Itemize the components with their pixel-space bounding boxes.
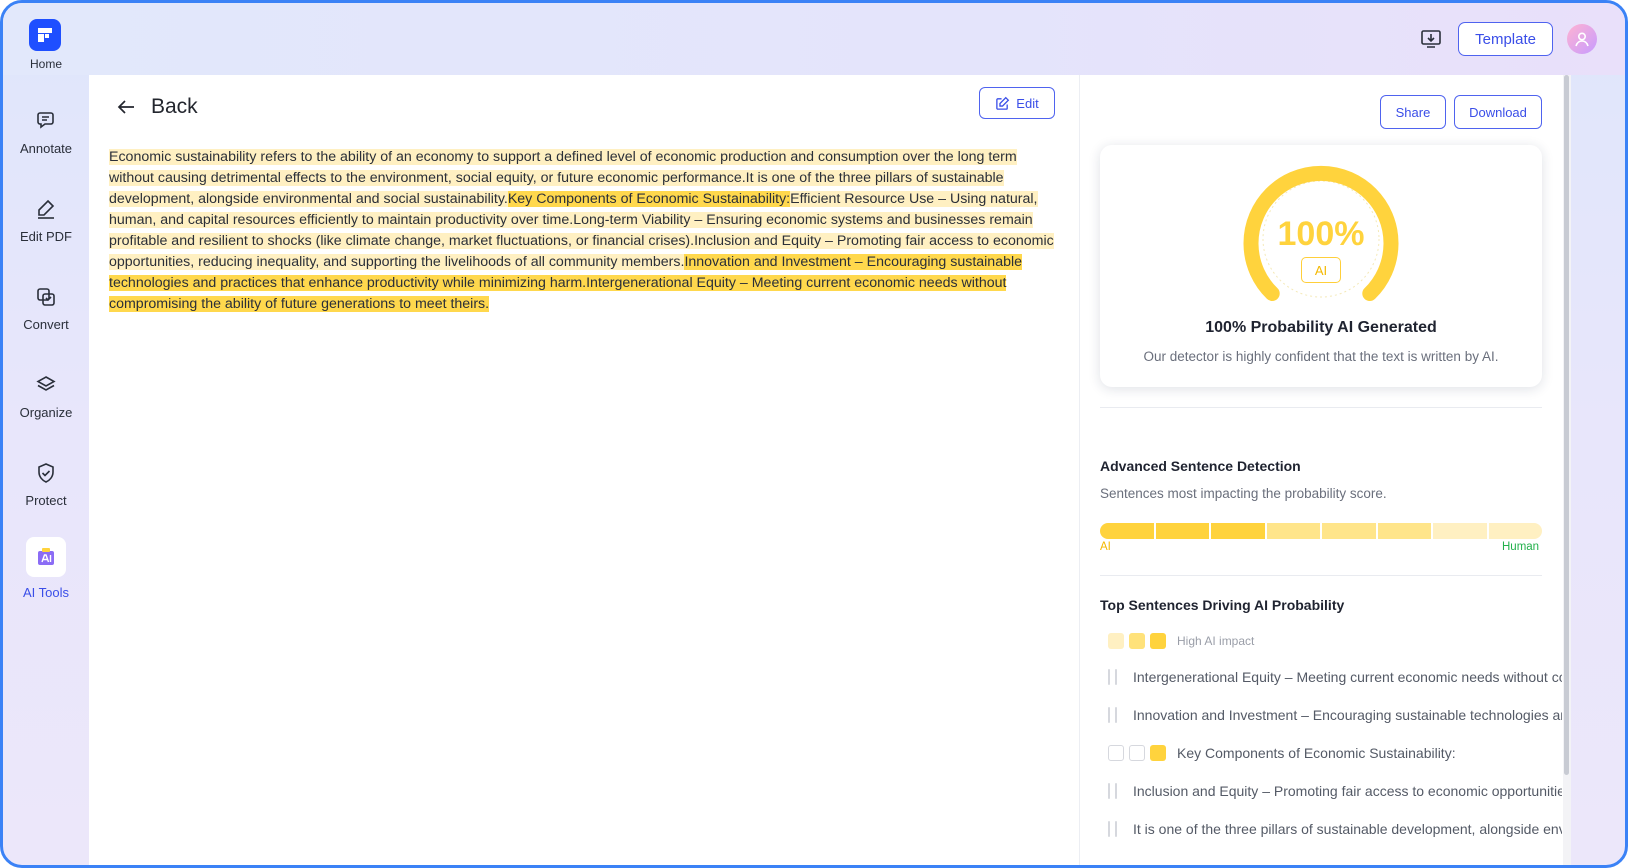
score-description: Our detector is highly confident that th…: [1143, 349, 1499, 364]
sentence-text: Inclusion and Equity – Promoting fair ac…: [1133, 783, 1562, 799]
sidebar-item-ai-tools[interactable]: AI Tools: [3, 537, 89, 600]
list-item[interactable]: Key Components of Economic Sustainabilit…: [1108, 742, 1562, 764]
impact-cell: [1150, 745, 1166, 761]
ai-detection-panel: Share Download 100% AI 100% Probability …: [1079, 75, 1563, 865]
high-impact-swatch: [1150, 633, 1166, 649]
score-title: 100% Probability AI Generated: [1205, 319, 1437, 336]
app-window: Template Home Annotate Edit PDF Convert …: [0, 0, 1628, 868]
impact-cell: [1108, 783, 1110, 799]
sidebar-item-organize[interactable]: Organize: [3, 373, 89, 420]
sidebar-item-edit-pdf[interactable]: Edit PDF: [3, 197, 89, 244]
home-logo-icon[interactable]: [29, 19, 61, 51]
template-button[interactable]: Template: [1458, 22, 1553, 56]
scale-segment: [1266, 523, 1320, 539]
divider: [1100, 575, 1542, 576]
impact-cell: [1115, 669, 1117, 685]
ai-badge: AI: [1301, 257, 1341, 283]
arrow-left-icon: [117, 100, 134, 114]
sidebar-item-protect[interactable]: Protect: [3, 461, 89, 508]
sidebar-item-label: Organize: [19, 405, 73, 420]
impact-cell: [1115, 783, 1117, 799]
score-card: 100% AI 100% Probability AI Generated Ou…: [1100, 145, 1542, 387]
document-text[interactable]: Economic sustainability refers to the ab…: [109, 147, 1059, 315]
impact-cell: [1108, 745, 1124, 761]
ai-human-scale: [1100, 523, 1542, 539]
download-button[interactable]: Download: [1454, 95, 1542, 129]
sentence[interactable]: Key Components of Economic Sustainabilit…: [507, 191, 791, 207]
back-button[interactable]: Back: [115, 95, 198, 119]
scale-segment: [1211, 523, 1265, 539]
scale-segment: [1322, 523, 1376, 539]
edit-pdf-icon: [38, 199, 55, 219]
panel-scrollbar[interactable]: [1563, 75, 1571, 865]
annotate-icon: [37, 112, 54, 129]
edit-button[interactable]: Edit: [979, 87, 1055, 119]
convert-icon: [37, 288, 55, 306]
medium-impact-swatch: [1129, 633, 1145, 649]
scrollbar-thumb[interactable]: [1564, 75, 1569, 775]
low-impact-swatch: [1108, 633, 1124, 649]
back-label: Back: [151, 95, 198, 118]
sidebar-item-label: Annotate: [19, 141, 73, 156]
probability-percent: 100%: [1277, 215, 1365, 253]
protect-icon: [38, 463, 54, 483]
organize-icon: [36, 376, 56, 391]
impact-cell: [1115, 821, 1117, 837]
top-bar: Template: [3, 3, 1625, 75]
topbar-actions: Template: [1418, 21, 1597, 57]
advanced-detection-title: Advanced Sentence Detection: [1100, 458, 1301, 474]
scale-segment: [1488, 523, 1542, 539]
probability-gauge: 100% AI: [1240, 159, 1402, 309]
scale-segment: [1155, 523, 1209, 539]
sentence-text: Key Components of Economic Sustainabilit…: [1177, 745, 1456, 761]
sentence-text: Innovation and Investment – Encouraging …: [1133, 707, 1562, 723]
sidebar-item-convert[interactable]: Convert: [3, 285, 89, 332]
advanced-detection-description: Sentences most impacting the probability…: [1100, 486, 1387, 501]
sidebar-item-label: AI Tools: [22, 585, 69, 600]
list-item[interactable]: It is one of the three pillars of sustai…: [1108, 818, 1562, 840]
list-item[interactable]: Inclusion and Equity – Promoting fair ac…: [1108, 780, 1562, 802]
divider: [1100, 407, 1542, 408]
scale-ai-label: AI: [1100, 541, 1111, 553]
sidebar-item-label: Protect: [25, 493, 67, 508]
sidebar-item-annotate[interactable]: Annotate: [3, 109, 89, 156]
edit-icon: [996, 96, 1010, 110]
top-sentences-title: Top Sentences Driving AI Probability: [1100, 597, 1345, 613]
impact-cell: [1108, 669, 1110, 685]
impact-legend: High AI impact: [1108, 633, 1254, 649]
avatar[interactable]: [1567, 24, 1597, 54]
sidebar-item-label: Convert: [23, 317, 69, 332]
edit-label: Edit: [1016, 95, 1039, 111]
sidebar: Home Annotate Edit PDF Convert Organize …: [3, 3, 89, 865]
list-item[interactable]: Innovation and Investment – Encouraging …: [1108, 704, 1562, 726]
impact-cell: [1108, 821, 1110, 837]
impact-cell: [1108, 707, 1110, 723]
scale-segment: [1377, 523, 1431, 539]
sidebar-item-label: Edit PDF: [19, 229, 72, 244]
share-button[interactable]: Share: [1380, 95, 1446, 129]
scale-human-label: Human: [1502, 541, 1540, 553]
scale-segment: [1433, 523, 1487, 539]
ai-tools-icon: [26, 537, 66, 577]
document-viewer: Back Edit Economic sustainability refers…: [89, 75, 1079, 865]
download-app-icon[interactable]: [1418, 26, 1444, 52]
list-item[interactable]: Intergenerational Equity – Meeting curre…: [1108, 666, 1562, 688]
sentence-text: It is one of the three pillars of sustai…: [1133, 821, 1562, 837]
impact-cell: [1115, 707, 1117, 723]
impact-cell: [1129, 745, 1145, 761]
sentence-text: Intergenerational Equity – Meeting curre…: [1133, 669, 1562, 685]
scale-segment: [1100, 523, 1154, 539]
legend-label: High AI impact: [1177, 634, 1255, 648]
home-label[interactable]: Home: [3, 57, 89, 71]
